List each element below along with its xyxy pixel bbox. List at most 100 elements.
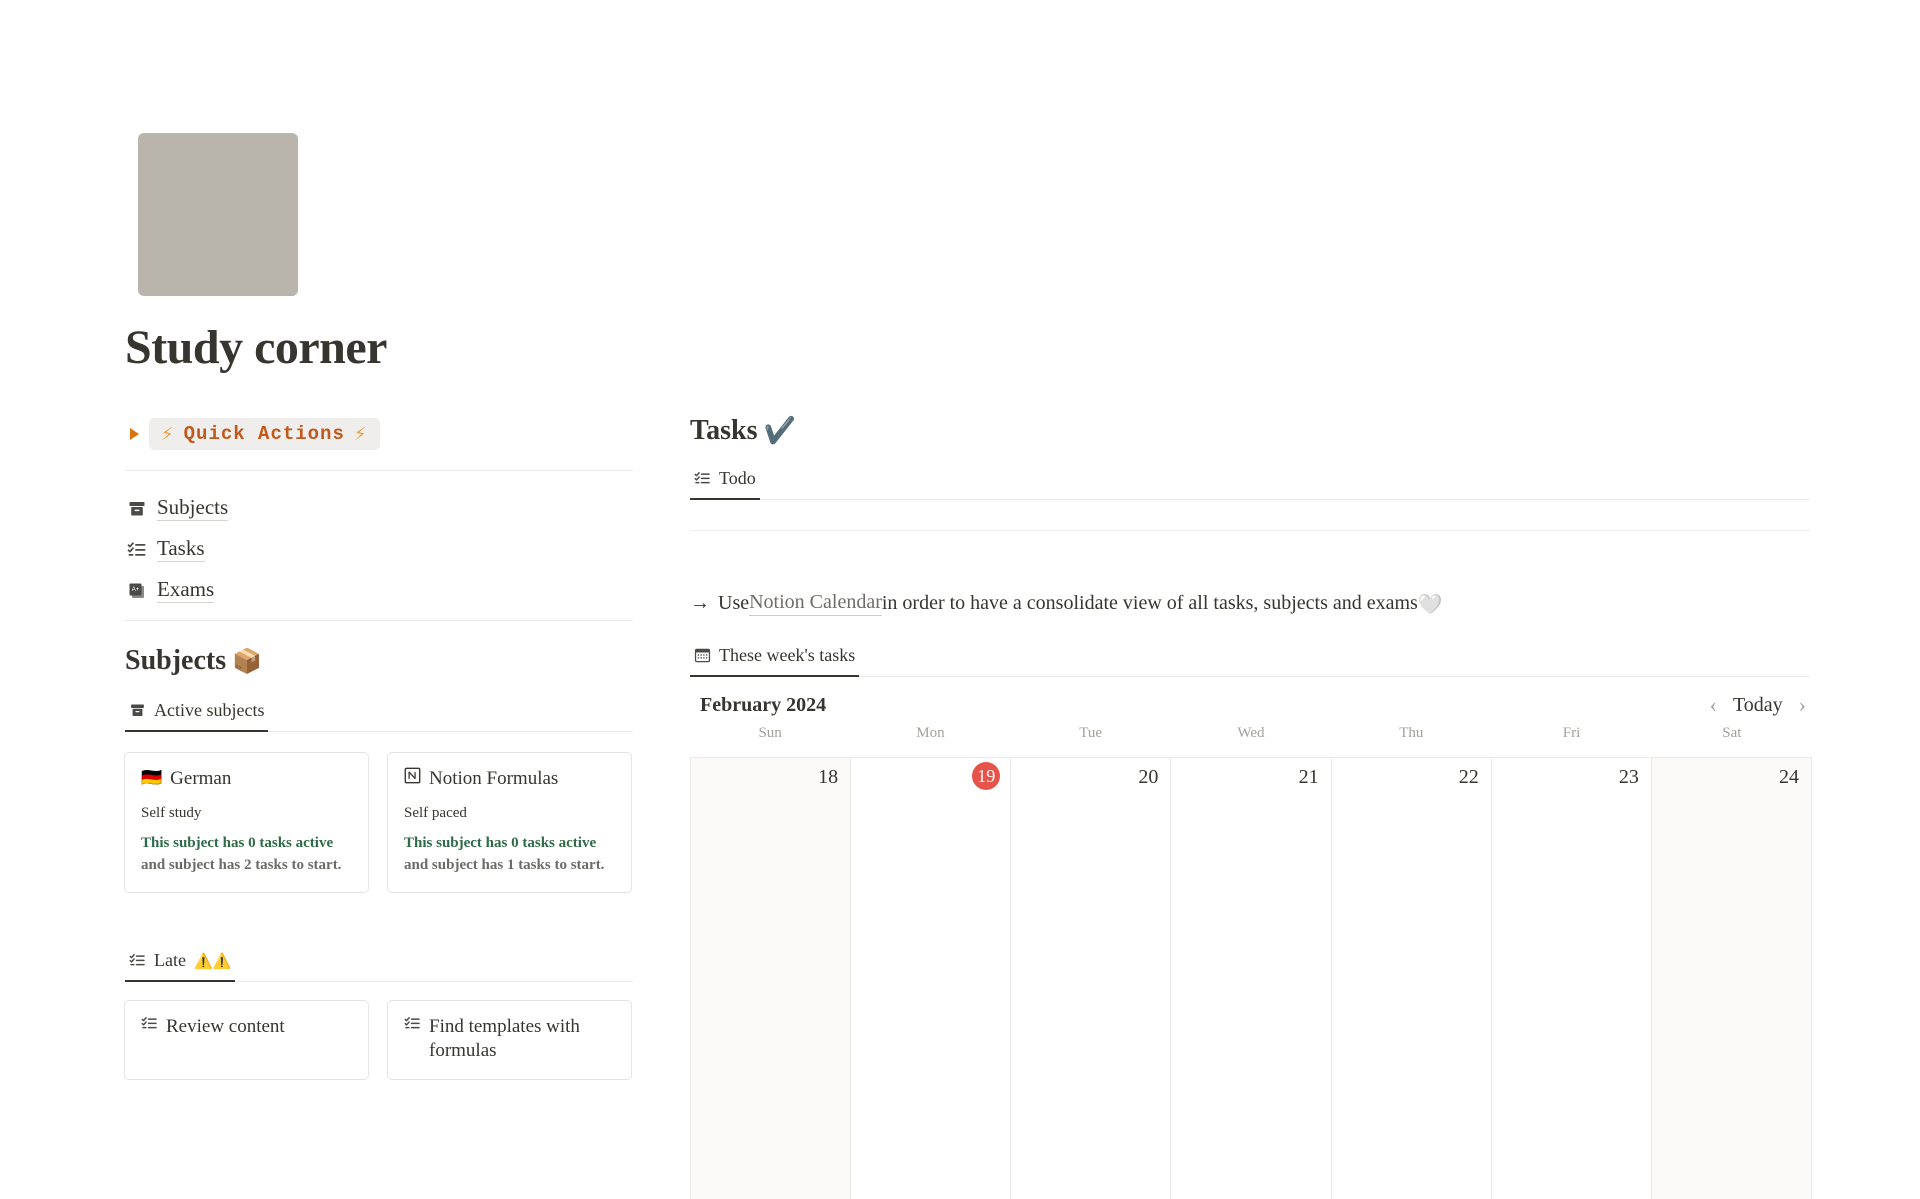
subject-title-text: Notion Formulas bbox=[429, 768, 559, 789]
calendar-day-number: 22 bbox=[1458, 766, 1479, 788]
notion-icon bbox=[404, 767, 421, 784]
subject-formula: This subject has 0 tasks active and subj… bbox=[404, 833, 615, 877]
calendar-widget: February 2024 ‹ Today › Sun Mon Tue Wed … bbox=[690, 685, 1812, 1199]
note-suffix: in order to have a consolidate view of a… bbox=[881, 592, 1418, 614]
weekday-label: Mon bbox=[916, 725, 945, 741]
white-heart-emoji-icon: 🤍 bbox=[1417, 591, 1443, 616]
checklist-icon bbox=[694, 470, 711, 487]
sidebar-item-subjects[interactable]: Subjects bbox=[127, 488, 635, 529]
calendar-day-number: 21 bbox=[1298, 766, 1319, 788]
tab-late[interactable]: Late ⚠️⚠️ bbox=[125, 950, 236, 982]
today-button[interactable]: Today bbox=[1733, 694, 1783, 717]
warning-emoji-icon: ⚠️⚠️ bbox=[193, 951, 232, 970]
subjects-section-heading: Subjects 📦 bbox=[125, 645, 262, 677]
arrow-glyph-icon: → bbox=[690, 592, 710, 614]
subjects-heading-text: Subjects bbox=[125, 645, 227, 676]
checklist-icon bbox=[141, 1015, 158, 1032]
late-tabbar: Late ⚠️⚠️ bbox=[125, 950, 633, 982]
calendar-header: February 2024 ‹ Today › bbox=[690, 685, 1812, 725]
calendar-day-cell[interactable]: 20 bbox=[1011, 758, 1172, 1199]
subject-card-german[interactable]: 🇩🇪 German Self study This subject has 0 … bbox=[124, 752, 369, 894]
lightning-bolt-icon: ⚡ bbox=[161, 423, 175, 445]
checkmark-emoji-icon: ✔️ bbox=[763, 416, 796, 446]
late-task-card-review-content[interactable]: Review content bbox=[124, 1000, 369, 1080]
subject-formula-tostart: and subject has 2 tasks to start. bbox=[141, 856, 342, 873]
exam-book-icon: A+ bbox=[127, 581, 147, 601]
quick-actions-label: Quick Actions bbox=[183, 423, 345, 445]
calendar-day-cell[interactable]: 22 bbox=[1331, 758, 1492, 1199]
weekday-label: Thu bbox=[1399, 725, 1424, 741]
weekday-label: Wed bbox=[1237, 725, 1265, 741]
late-task-title: Find templates with formulas bbox=[404, 1015, 615, 1063]
calendar-day-number: 24 bbox=[1778, 766, 1799, 788]
week-tabbar: These week's tasks bbox=[690, 645, 1810, 677]
tab-active-subjects[interactable]: Active subjects bbox=[125, 700, 269, 732]
tab-label: Todo bbox=[719, 468, 756, 488]
checklist-icon bbox=[404, 1015, 421, 1032]
subject-card-title: Notion Formulas bbox=[404, 767, 615, 791]
calendar-day-cell[interactable]: 21 bbox=[1171, 758, 1332, 1199]
subject-formula: This subject has 0 tasks active and subj… bbox=[141, 833, 352, 877]
calendar-day-cell[interactable]: 19 bbox=[851, 758, 1012, 1199]
subject-card-row: 🇩🇪 German Self study This subject has 0 … bbox=[124, 752, 632, 894]
tasks-heading-text: Tasks bbox=[690, 415, 758, 446]
subject-formula-tostart: and subject has 1 tasks to start. bbox=[404, 856, 605, 873]
calendar-day-number: 23 bbox=[1618, 766, 1639, 788]
tab-todo[interactable]: Todo bbox=[690, 468, 760, 500]
subject-mode: Self study bbox=[141, 804, 202, 821]
todo-empty-divider bbox=[690, 530, 1810, 531]
todo-tabbar: Todo bbox=[690, 468, 1810, 500]
subjects-tabbar: Active subjects bbox=[125, 700, 633, 732]
calendar-icon bbox=[694, 647, 711, 664]
subject-formula-active: This subject has 0 tasks active bbox=[141, 834, 334, 851]
quick-actions-toggle-row[interactable]: ⚡ Quick Actions ⚡ bbox=[125, 418, 380, 450]
subject-card-notion-formulas[interactable]: Notion Formulas Self paced This subject … bbox=[387, 752, 632, 894]
calendar-day-cell[interactable]: 18 bbox=[691, 758, 852, 1199]
toggle-triangle-icon[interactable] bbox=[130, 428, 139, 440]
late-task-title: Review content bbox=[141, 1015, 352, 1039]
divider bbox=[125, 620, 633, 621]
tab-label: Late bbox=[154, 950, 186, 970]
tasks-section-heading: Tasks ✔️ bbox=[690, 415, 796, 447]
divider bbox=[125, 470, 633, 471]
note-prefix: Use bbox=[718, 592, 750, 614]
sidebar-item-label: Exams bbox=[157, 577, 215, 604]
late-task-card-find-templates[interactable]: Find templates with formulas bbox=[387, 1000, 632, 1080]
subject-formula-active: This subject has 0 tasks active bbox=[404, 834, 597, 851]
database-icon bbox=[127, 499, 147, 519]
sidebar-item-label: Subjects bbox=[157, 495, 229, 522]
right-column: Tasks ✔️ Todo → Use Notion Calendar in o… bbox=[690, 0, 1920, 1199]
sidebar-item-exams[interactable]: A+ Exams bbox=[127, 570, 635, 611]
late-card-row: Review content Find templates with formu… bbox=[124, 1000, 632, 1080]
sidebar-item-label: Tasks bbox=[157, 536, 205, 563]
page-cover-icon bbox=[138, 133, 298, 296]
calendar-day-cell[interactable]: 24 bbox=[1651, 758, 1812, 1199]
calendar-day-number-today: 19 bbox=[972, 762, 1001, 790]
notion-page: Study corner ⚡ Quick Actions ⚡ Subjects … bbox=[0, 0, 1920, 1199]
calendar-day-cell[interactable]: 23 bbox=[1491, 758, 1652, 1199]
tab-label: These week's tasks bbox=[719, 645, 856, 665]
subject-card-title: 🇩🇪 German bbox=[141, 767, 352, 791]
german-flag-icon: 🇩🇪 bbox=[141, 768, 163, 788]
svg-text:A+: A+ bbox=[132, 587, 140, 593]
lightning-bolt-icon: ⚡ bbox=[353, 423, 368, 445]
calendar-day-number: 18 bbox=[818, 766, 839, 788]
tab-label: Active subjects bbox=[154, 700, 265, 720]
weekday-label: Sat bbox=[1722, 725, 1742, 741]
checklist-icon bbox=[129, 952, 146, 969]
chevron-right-icon[interactable]: › bbox=[1799, 694, 1806, 716]
weekday-label: Tue bbox=[1079, 725, 1103, 741]
weekday-label: Fri bbox=[1562, 725, 1581, 741]
chevron-left-icon[interactable]: ‹ bbox=[1710, 694, 1717, 716]
nav-list: Subjects Tasks A+ Exams bbox=[127, 488, 635, 611]
subject-title-text: German bbox=[170, 768, 232, 789]
quick-actions-chip[interactable]: ⚡ Quick Actions ⚡ bbox=[149, 418, 380, 450]
calendar-day-number: 20 bbox=[1138, 766, 1159, 788]
notion-calendar-note: → Use Notion Calendar in order to have a… bbox=[690, 591, 1443, 616]
sidebar-item-tasks[interactable]: Tasks bbox=[127, 529, 635, 570]
page-title: Study corner bbox=[125, 321, 387, 374]
calendar-month-label: February 2024 bbox=[700, 693, 827, 716]
tab-these-weeks-tasks[interactable]: These week's tasks bbox=[690, 645, 860, 677]
subject-mode: Self paced bbox=[404, 804, 467, 821]
notion-calendar-link[interactable]: Notion Calendar bbox=[749, 591, 882, 616]
